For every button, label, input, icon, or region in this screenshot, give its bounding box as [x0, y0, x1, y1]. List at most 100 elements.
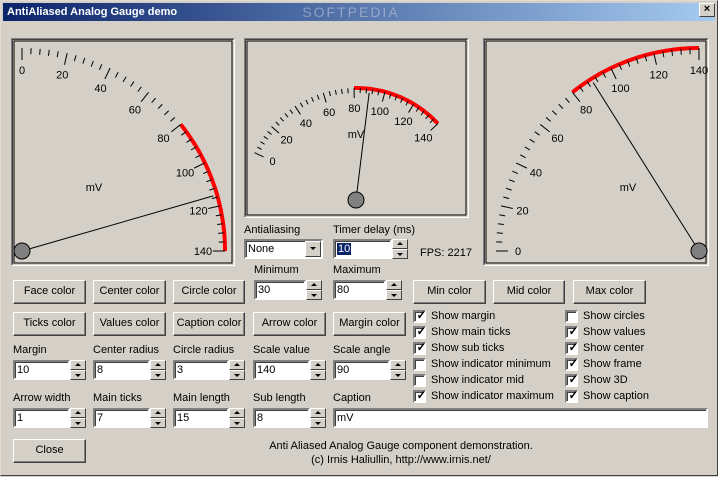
center-radius-spin[interactable]: 8	[93, 360, 166, 380]
checkbox-label: Show indicator mid	[431, 374, 524, 387]
main-ticks-down[interactable]	[150, 418, 166, 428]
arrow-width-input[interactable]: 1	[13, 408, 70, 428]
main-length-spin[interactable]: 15	[173, 408, 245, 428]
arrow-width-up[interactable]	[70, 408, 86, 418]
circle-radius-down[interactable]	[229, 370, 245, 380]
main-ticks-spin[interactable]: 7	[93, 408, 166, 428]
checkbox-box[interactable]: ✓	[413, 326, 426, 339]
mid-color-button[interactable]: Mid color	[493, 280, 565, 304]
circle-radius-input[interactable]: 3	[173, 360, 229, 380]
scale-value-input[interactable]: 140	[253, 360, 310, 380]
checkbox-box[interactable]: ✓	[565, 390, 578, 403]
main-ticks-up[interactable]	[150, 408, 166, 418]
margin-up[interactable]	[70, 360, 86, 370]
timer-delay-spin[interactable]: 10	[333, 239, 408, 259]
ticks-color-button[interactable]: Ticks color	[13, 312, 86, 336]
center-radius-up[interactable]	[150, 360, 166, 370]
maximum-spin[interactable]: 80	[333, 280, 402, 300]
sub-length-spin[interactable]: 8	[253, 408, 326, 428]
arrow-down-icon	[397, 253, 403, 256]
window-close-button[interactable]: ×	[699, 3, 715, 17]
main-length-input[interactable]: 15	[173, 408, 229, 428]
checkbox-box[interactable]: ✓	[413, 310, 426, 323]
margin-input[interactable]: 10	[13, 360, 70, 380]
arrow-up-icon	[75, 363, 81, 366]
timer-delay-input[interactable]: 10	[333, 239, 392, 259]
chevron-down-icon	[310, 247, 316, 250]
circle-radius-up[interactable]	[229, 360, 245, 370]
main-length-up[interactable]	[229, 408, 245, 418]
sub-length-input[interactable]: 8	[253, 408, 310, 428]
timer-delay-down[interactable]	[392, 249, 408, 259]
gauge-middle-frame	[244, 38, 469, 218]
checkbox-box[interactable]: ✓	[413, 390, 426, 403]
arrow-up-icon	[155, 363, 161, 366]
arrow-color-button[interactable]: Arrow color	[253, 312, 326, 336]
scale-value-down[interactable]	[310, 370, 326, 380]
center-radius-label: Center radius	[93, 344, 159, 356]
min-color-button[interactable]: Min color	[413, 280, 486, 304]
sub-length-up[interactable]	[310, 408, 326, 418]
values-color-button[interactable]: Values color	[93, 312, 166, 336]
checkbox-label: Show sub ticks	[431, 342, 504, 355]
checkbox-label: Show indicator minimum	[431, 358, 551, 371]
center-radius-input[interactable]: 8	[93, 360, 150, 380]
close-button[interactable]: Close	[13, 439, 86, 463]
checkbox-label: Show margin	[431, 310, 495, 323]
watermark: SOFTPEDIA	[281, 3, 421, 21]
checkbox-box[interactable]: ✓	[565, 358, 578, 371]
margin-spin[interactable]: 10	[13, 360, 86, 380]
checkmark-icon: ✓	[567, 389, 580, 402]
gauge-right-frame	[483, 38, 709, 266]
arrow-down-icon	[315, 422, 321, 425]
circle-radius-label: Circle radius	[173, 344, 234, 356]
sub-length-label: Sub length	[253, 392, 306, 404]
scale-angle-spin[interactable]: 90	[333, 360, 406, 380]
minimum-down[interactable]	[306, 290, 322, 300]
main-length-down[interactable]	[229, 418, 245, 428]
sub-length-down[interactable]	[310, 418, 326, 428]
face-color-button[interactable]: Face color	[13, 280, 86, 304]
caption-input[interactable]: mV	[333, 408, 708, 428]
scale-angle-input[interactable]: 90	[333, 360, 390, 380]
scale-angle-up[interactable]	[390, 360, 406, 370]
minimum-up[interactable]	[306, 280, 322, 290]
scale-value-up[interactable]	[310, 360, 326, 370]
margin-color-button[interactable]: Margin color	[333, 312, 406, 336]
maximum-up[interactable]	[386, 280, 402, 290]
checkbox-box[interactable]: ✓	[565, 342, 578, 355]
scale-value-spin[interactable]: 140	[253, 360, 326, 380]
checkbox-box[interactable]: ✓	[565, 374, 578, 387]
antialiasing-dropdown-button[interactable]	[305, 241, 321, 257]
arrow-up-icon	[397, 242, 403, 245]
maximum-input[interactable]: 80	[333, 280, 386, 300]
circle-color-button[interactable]: Circle color	[173, 280, 245, 304]
caption-color-button[interactable]: Caption color	[173, 312, 245, 336]
antialiasing-select[interactable]: None	[244, 239, 323, 259]
margin-down[interactable]	[70, 370, 86, 380]
checkbox-label: Show frame	[583, 358, 642, 371]
checkbox-label: Show 3D	[583, 374, 628, 387]
maximum-down[interactable]	[386, 290, 402, 300]
main-window: AntiAliased Analog Gauge demo SOFTPEDIA …	[0, 0, 718, 476]
minimum-input[interactable]: 30	[254, 280, 306, 300]
checkbox-box[interactable]	[565, 310, 578, 323]
max-color-button[interactable]: Max color	[573, 280, 646, 304]
checkbox-box[interactable]: ✓	[565, 326, 578, 339]
center-radius-down[interactable]	[150, 370, 166, 380]
center-color-button[interactable]: Center color	[93, 280, 166, 304]
scale-angle-down[interactable]	[390, 370, 406, 380]
circle-radius-spin[interactable]: 3	[173, 360, 245, 380]
minimum-spin[interactable]: 30	[254, 280, 322, 300]
checkbox-box[interactable]	[413, 358, 426, 371]
arrow-up-icon	[315, 363, 321, 366]
main-ticks-input[interactable]: 7	[93, 408, 150, 428]
arrow-width-spin[interactable]: 1	[13, 408, 86, 428]
arrow-up-icon	[395, 363, 401, 366]
arrow-up-icon	[234, 363, 240, 366]
checkmark-icon: ✓	[415, 325, 428, 338]
checkbox-box[interactable]	[413, 374, 426, 387]
checkbox-box[interactable]: ✓	[413, 342, 426, 355]
arrow-width-down[interactable]	[70, 418, 86, 428]
timer-delay-up[interactable]	[392, 239, 408, 249]
